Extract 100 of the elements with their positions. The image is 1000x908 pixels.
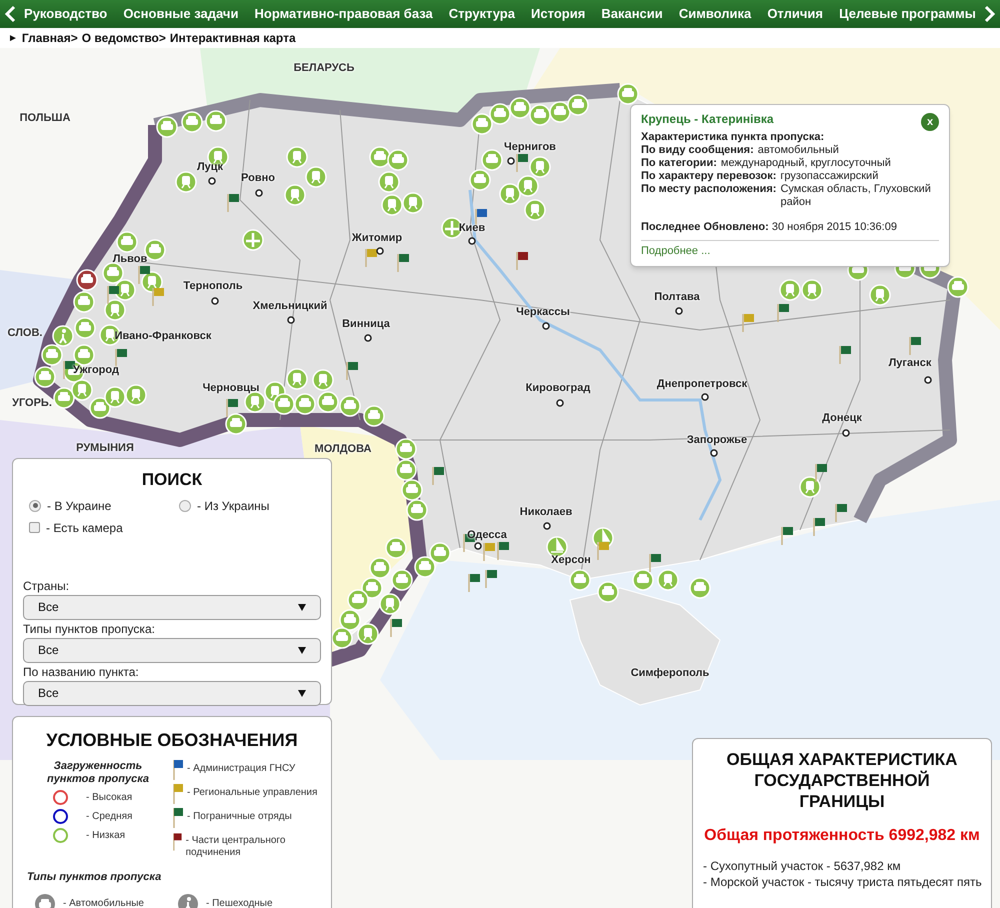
camera-checkbox[interactable]: - Есть камера [23, 518, 321, 536]
nav-link[interactable]: Символика [678, 4, 752, 24]
nav-link[interactable]: Нормативно-правовая база [254, 4, 433, 24]
flag-icon[interactable] [813, 518, 825, 536]
flag-icon[interactable] [390, 619, 402, 637]
select-field[interactable]: Все [23, 594, 321, 620]
flag-icon[interactable] [649, 554, 661, 572]
city-label: Львов [112, 252, 148, 267]
flag-icon[interactable] [516, 252, 528, 270]
city-label: Луцк [196, 160, 224, 175]
select-field[interactable]: Все [23, 680, 321, 706]
field-label: По названию пункта: [23, 664, 140, 680]
total-length: Общая протяженность 6992,982 км [703, 826, 981, 846]
city-label: Черновцы [202, 380, 260, 396]
more-link[interactable]: Подробнее ... [641, 245, 710, 257]
city-label: Ровно [241, 170, 275, 186]
city-label: Чернигов [504, 140, 556, 155]
radio-option[interactable]: - Из Украины [179, 496, 270, 514]
panel-title: УСЛОВНЫЕ ОБОЗНАЧЕНИЯ [45, 729, 299, 752]
car-icon[interactable] [406, 499, 428, 521]
legend-label: - Части центрального подчинения [186, 834, 286, 859]
city-label: Тернополь [183, 278, 243, 294]
country-label: МОЛДОВА [314, 442, 372, 457]
city-dot-icon [701, 393, 709, 401]
city-label: Донецк [822, 410, 862, 426]
legend-label: - Пограничные отряды [187, 810, 292, 823]
nav-link[interactable]: Вакансии [601, 4, 663, 24]
city-label: Днепропетровск [656, 376, 748, 392]
legend-label: - Администрация ГНСУ [187, 762, 296, 775]
city-dot-icon [507, 157, 515, 165]
city-dot-icon [376, 247, 384, 255]
flag-icon[interactable] [63, 361, 75, 379]
breadcrumb-link[interactable]: Главная> [22, 29, 78, 47]
city-dot-icon [675, 307, 683, 315]
dropdown-arrow-icon [298, 690, 306, 696]
city-label: Запорожье [686, 432, 748, 448]
stats-line: - Морской участок - тысячу триста пятьдесят пять [703, 874, 981, 890]
car-icon[interactable] [34, 366, 56, 388]
city-dot-icon [710, 449, 718, 457]
nav-link[interactable]: Руководство [24, 4, 108, 24]
country-label: УГОРЬ. [12, 396, 52, 411]
city-label: Хмельницкий [252, 298, 328, 314]
city-label: Херсон [551, 552, 591, 568]
flag-icon[interactable] [107, 286, 119, 304]
car-icon[interactable] [225, 413, 247, 435]
country-label: РУМЫНИЯ [76, 440, 134, 456]
city-dot-icon [364, 334, 372, 342]
train-icon[interactable] [357, 623, 379, 645]
nav-link[interactable]: Структура [448, 4, 515, 24]
radio-option[interactable]: - В Украине [29, 496, 179, 514]
car-icon[interactable] [76, 269, 98, 291]
car-icon[interactable] [156, 116, 178, 138]
city-dot-icon [924, 376, 932, 384]
car-icon[interactable] [73, 291, 95, 313]
popup-field: По виду сообщения: автомобильный [641, 144, 939, 157]
car-icon[interactable] [53, 387, 75, 409]
city-dot-icon [543, 522, 551, 530]
nav-link[interactable]: История [531, 4, 586, 24]
close-button[interactable]: x [921, 113, 939, 131]
city-dot-icon [474, 542, 482, 550]
pedestrian-icon[interactable] [52, 325, 74, 347]
breadcrumb-link[interactable]: О ведомство> [82, 29, 166, 47]
popup-field: По характеру перевозок: грузопассажирский [641, 170, 939, 183]
chevron-right-icon[interactable] [984, 5, 996, 23]
nav-link[interactable]: Основные задачи [123, 4, 238, 24]
popup-field: По месту расположения: Сумская область, Глуховский район [641, 183, 939, 209]
flag-icon[interactable] [781, 527, 793, 545]
city-label: Житомир [352, 230, 402, 246]
city-label: Винница [342, 316, 390, 332]
popup-title: Крупець - Катеринівка [641, 113, 774, 126]
city-label: Одесса [467, 528, 507, 543]
select-field[interactable]: Все [23, 638, 321, 662]
city-label: Николаев [520, 504, 572, 520]
car-icon[interactable] [339, 395, 361, 417]
nav-link[interactable]: Отличия [767, 4, 823, 24]
dropdown-arrow-icon [298, 646, 306, 654]
panel-title: ПОИСК [140, 469, 204, 491]
country-label: ПОЛЬША [20, 110, 70, 126]
car-icon[interactable] [41, 344, 63, 366]
flag-icon[interactable] [226, 399, 238, 417]
nav-link[interactable]: Целевые программы [839, 4, 976, 24]
legend-label: - Средняя [86, 810, 132, 824]
car-icon[interactable] [116, 231, 138, 253]
flag-icon[interactable] [138, 266, 150, 284]
city-label: Черкассы [516, 304, 570, 320]
city-dot-icon [842, 429, 850, 437]
city-dot-icon [208, 177, 216, 185]
dropdown-arrow-icon [298, 604, 306, 610]
city-dot-icon [287, 316, 295, 324]
popup-heading: Характеристика пункта пропуска: [641, 131, 826, 144]
legend-label: - Автомобильные [63, 897, 144, 908]
city-dot-icon [211, 297, 219, 305]
chevron-left-icon[interactable] [4, 5, 16, 23]
car-icon[interactable] [363, 405, 385, 427]
field-label: Типы пунктов пропуска: [23, 620, 156, 638]
popup-updated: Последнее Обновлено: 30 ноября 2015 10:36:09 [641, 221, 898, 234]
city-dot-icon [542, 322, 550, 330]
legend-label: - Пешеходные [206, 897, 273, 908]
country-label: БЕЛАРУСЬ [294, 60, 354, 76]
city-label: Симферополь [630, 666, 710, 681]
